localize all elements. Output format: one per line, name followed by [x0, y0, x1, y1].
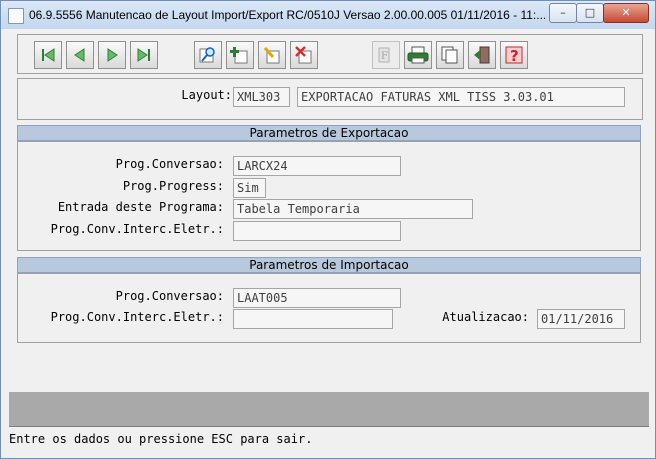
- export-prog-progress-label: Prog.Progress:: [122, 179, 224, 193]
- add-icon: [230, 47, 248, 64]
- client-area: F ? Layout: XML303 EXPORTACAO FATURAS XM…: [9, 30, 649, 455]
- edit-icon: [263, 47, 280, 64]
- minimize-button[interactable]: –: [549, 3, 577, 23]
- window-title: 06.9.5556 Manutencao de Layout Import/Ex…: [29, 8, 547, 22]
- export-entrada-field[interactable]: Tabela Temporaria: [233, 199, 473, 219]
- app-icon: [8, 8, 24, 24]
- export-prog-conversao-field[interactable]: LARCX24: [233, 156, 401, 176]
- delete-button[interactable]: [290, 41, 318, 69]
- exit-button[interactable]: [468, 41, 496, 69]
- filter-button[interactable]: F: [372, 41, 400, 69]
- exit-icon: [474, 46, 490, 64]
- title-bar[interactable]: 06.9.5556 Manutencao de Layout Import/Ex…: [1, 1, 655, 29]
- copy-button[interactable]: [436, 41, 464, 69]
- layout-code-field[interactable]: XML303: [233, 87, 290, 107]
- import-atualizacao-field[interactable]: 01/11/2016: [537, 309, 625, 329]
- previous-record-icon: [74, 48, 85, 62]
- import-atualizacao-label: Atualizacao:: [442, 310, 529, 324]
- edit-button[interactable]: [258, 41, 286, 69]
- empty-area: [9, 392, 649, 426]
- print-icon: [407, 46, 429, 64]
- add-button[interactable]: [226, 41, 254, 69]
- export-entrada-label: Entrada deste Programa:: [57, 200, 224, 214]
- import-section-header: Parametros de Importacao: [17, 257, 641, 273]
- maximize-icon: □: [584, 6, 596, 19]
- search-button[interactable]: [194, 41, 222, 69]
- layout-label: Layout:: [181, 88, 232, 102]
- print-button[interactable]: [404, 41, 432, 69]
- toolbar: F ?: [17, 34, 643, 74]
- svg-text:F: F: [381, 51, 388, 62]
- layout-description-field[interactable]: EXPORTACAO FATURAS XML TISS 3.03.01: [297, 87, 625, 107]
- next-record-button[interactable]: [98, 41, 126, 69]
- maximize-button[interactable]: □: [576, 3, 604, 23]
- last-record-button[interactable]: [130, 41, 158, 69]
- export-section: Prog.Conversao: LARCX24 Prog.Progress: S…: [17, 141, 641, 251]
- first-record-button[interactable]: [34, 41, 62, 69]
- help-button[interactable]: ?: [500, 41, 528, 69]
- minimize-icon: –: [560, 6, 566, 19]
- export-prog-progress-field[interactable]: Sim: [233, 178, 266, 198]
- close-icon: ✕: [621, 6, 631, 19]
- export-prog-conv-interc-field[interactable]: [233, 221, 401, 241]
- import-prog-conv-interc-label: Prog.Conv.Interc.Eletr.:: [50, 310, 224, 324]
- export-prog-conv-interc-label: Prog.Conv.Interc.Eletr.:: [50, 222, 224, 236]
- close-button[interactable]: ✕: [603, 3, 649, 23]
- svg-text:?: ?: [510, 47, 519, 65]
- import-prog-conversao-label: Prog.Conversao:: [115, 289, 224, 303]
- filter-icon: F: [378, 47, 390, 63]
- status-text: Entre os dados ou pressione ESC para sai…: [9, 432, 313, 446]
- last-record-icon: [137, 48, 150, 62]
- help-icon: ?: [505, 46, 523, 65]
- previous-record-button[interactable]: [66, 41, 94, 69]
- app-window: 06.9.5556 Manutencao de Layout Import/Ex…: [0, 0, 656, 459]
- search-icon: [199, 47, 215, 63]
- layout-frame: Layout: XML303 EXPORTACAO FATURAS XML TI…: [17, 78, 643, 120]
- first-record-icon: [42, 48, 55, 62]
- export-section-header: Parametros de Exportacao: [17, 125, 641, 141]
- delete-icon: [295, 46, 312, 64]
- export-prog-conversao-label: Prog.Conversao:: [115, 157, 224, 171]
- import-prog-conv-interc-field[interactable]: [233, 309, 393, 329]
- import-prog-conversao-field[interactable]: LAAT005: [233, 288, 401, 308]
- status-bar: Entre os dados ou pressione ESC para sai…: [9, 426, 649, 455]
- import-section: Prog.Conversao: LAAT005 Prog.Conv.Interc…: [17, 273, 641, 343]
- copy-icon: [441, 46, 458, 64]
- next-record-icon: [107, 48, 118, 62]
